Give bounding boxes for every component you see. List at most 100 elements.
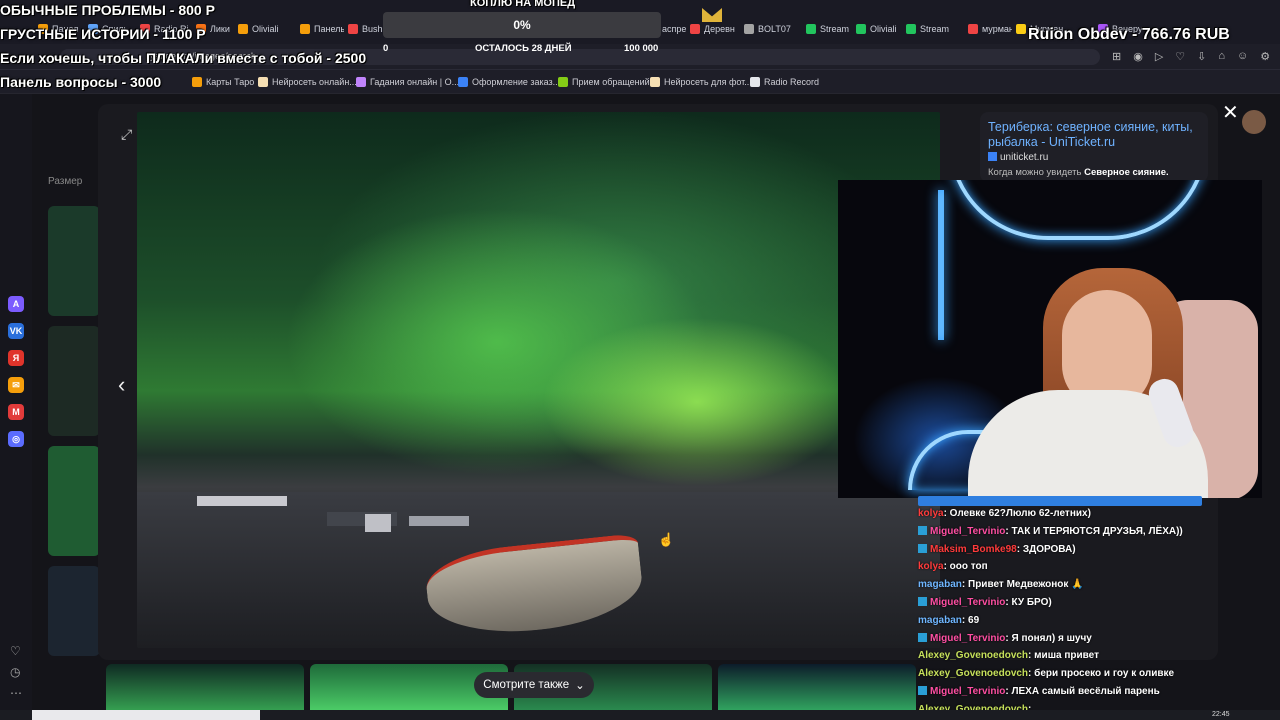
tab-label: мурман [982,24,1012,34]
price-line: Панель вопросы - 3000 [0,74,162,90]
tab-favicon-icon [906,24,916,34]
tab-label: Панель [314,24,344,34]
chat-username[interactable]: Miguel_Tervinio [930,686,1005,697]
goal-start: 0 [383,43,389,54]
goal-target: 100 000 [624,43,659,54]
chat-username[interactable]: Miguel_Tervinio [930,526,1005,537]
chat-username[interactable]: kolya [918,508,944,519]
browser-tab[interactable]: Stream [806,20,852,38]
goal-title: КОПЛЮ НА МОПЕД [470,0,576,9]
source-description-highlight: Северное сияние. [1084,167,1169,178]
chat-username[interactable]: Miguel_Tervinio [930,597,1005,608]
source-description-text: Когда можно увидеть [988,167,1085,178]
close-icon[interactable]: ✕ [1222,100,1239,125]
chat-message: Miguel_Tervinio: КУ БРО) [918,594,1218,612]
source-site[interactable]: uniticket.ru [988,152,1048,163]
result-thumbnail[interactable] [48,326,100,436]
bookmark-label: Прием обращений [572,77,650,87]
tab-label: Stream [820,24,850,34]
history-icon[interactable]: ◷ [10,665,20,679]
price-line: ОБЫЧНЫЕ ПРОБЛЕМЫ - 800 Р [0,2,215,18]
tab-favicon-icon [300,24,310,34]
source-site-label: uniticket.ru [1000,152,1049,163]
bookmark-item[interactable]: Radio Record [750,74,819,90]
chat-message: kolya: ооо топ [918,558,1218,576]
favorites-icon[interactable]: ♡ [10,644,21,658]
browser-tab[interactable]: мурман [968,20,1012,38]
subscriber-badge-icon [918,596,927,606]
chat-username[interactable]: kolya [918,561,944,572]
tab-label: BOLT07 [758,24,791,34]
browser-tab[interactable]: BOLT07 [744,20,802,38]
avatar[interactable] [1242,110,1266,134]
lock-icon[interactable]: ⌂ [1218,50,1225,64]
bookmark-item[interactable]: Нейросеть для фот... [650,74,752,90]
expand-icon[interactable]: ⤢ [121,126,132,143]
bookmark-item[interactable]: Прием обращений [558,74,650,90]
taskbar-search[interactable] [32,710,260,720]
chat-username[interactable]: Maksim_Bomke98 [930,544,1017,555]
bookmark-item[interactable]: Нейросеть онлайн... [258,74,357,90]
result-thumbnail[interactable] [48,566,100,656]
browser-tab[interactable]: Stream [906,20,964,38]
chat-text: : ЛЕХА самый весёлый парень [1005,685,1160,697]
bookmark-item[interactable]: Оформление заказ... [458,74,560,90]
chevron-down-icon: ⌄ [575,680,585,692]
bookmark-favicon-icon [458,77,468,87]
aurora-photo[interactable] [137,112,940,648]
bookmark-item[interactable]: Гадания онлайн | О... [356,74,459,90]
play-icon[interactable]: ▷ [1155,50,1163,64]
source-title-link[interactable]: Териберка: северное сияние, киты, рыбалк… [988,120,1198,150]
chat-message: Maksim_Bomke98: ЗДОРОВА) [918,541,1218,559]
profile-icon[interactable]: ☺ [1237,50,1248,64]
bookmark-favicon-icon [750,77,760,87]
extensions-icon[interactable]: ⊞ [1112,50,1121,64]
chat-message: Miguel_Tervinio: ТАК И ТЕРЯЮТСЯ ДРУЗЬЯ, … [918,523,1218,541]
result-thumbnail[interactable] [48,446,100,556]
chat-text: : 69 [961,614,980,626]
chat-username[interactable]: Alexey_Govenoedovch [918,668,1028,679]
bookmark-label: Гадания онлайн | О... [370,77,460,87]
camera-icon[interactable]: ◉ [1133,50,1143,64]
tab-label: Oliviali [870,24,897,34]
goal-percent: 0% [513,18,531,32]
mail-icon[interactable]: ✉ [8,377,24,393]
tab-favicon-icon [856,24,866,34]
bookmark-favicon-icon [192,77,202,87]
browser-tab[interactable]: Панель [300,20,344,38]
yandex-icon[interactable]: Я [8,350,24,366]
chat-message: Miguel_Tervinio: ЛЕХА самый весёлый паре… [918,683,1218,701]
subscriber-badge-icon [918,632,927,642]
chat-username[interactable]: Alexey_Govenoedovch [918,650,1028,661]
size-filter-button[interactable]: Размер [48,176,82,187]
goal-days-left: ОСТАЛОСЬ 28 ДНЕЙ [475,43,572,54]
bookmark-favicon-icon [650,77,660,87]
chat-username[interactable]: Miguel_Tervinio [930,633,1005,644]
chat-username[interactable]: magaban [918,615,962,626]
tab-favicon-icon [968,24,978,34]
previous-image-arrow[interactable]: ‹ [118,372,125,398]
neon-light [938,190,944,340]
subscriber-badge-icon [918,543,927,553]
favorites-icon[interactable]: ♡ [1175,50,1185,64]
browser-tab[interactable]: Oliviali [856,20,902,38]
donor-alert: Ruion Obdev - 766.76 RUB [1028,26,1230,43]
download-icon[interactable]: ⇩ [1197,50,1206,64]
see-also-button[interactable]: Смотрите также ⌄ [474,672,594,698]
more-icon[interactable]: ⋯ [10,686,22,700]
bookmark-item[interactable]: Карты Таро [192,74,254,90]
chat-message: magaban: 69 [918,612,1218,630]
vk-icon[interactable]: VK [8,323,24,339]
browser-tab[interactable]: Oliviali [238,20,296,38]
chat-username[interactable]: magaban [918,579,962,590]
tab-favicon-icon [238,24,248,34]
market-icon[interactable]: M [8,404,24,420]
chat-message: Alexey_Govenoedovch: бери просеко и гоу … [918,665,1218,683]
result-thumbnail[interactable] [48,206,100,316]
browser-tab[interactable]: Деревн [690,20,740,38]
bookmark-favicon-icon [558,77,568,87]
chat-text: : Я понял) я шучу [1005,632,1092,644]
messenger-icon[interactable]: ◎ [8,431,24,447]
alisa-icon[interactable]: A [8,296,24,312]
settings-icon[interactable]: ⚙ [1260,50,1270,64]
